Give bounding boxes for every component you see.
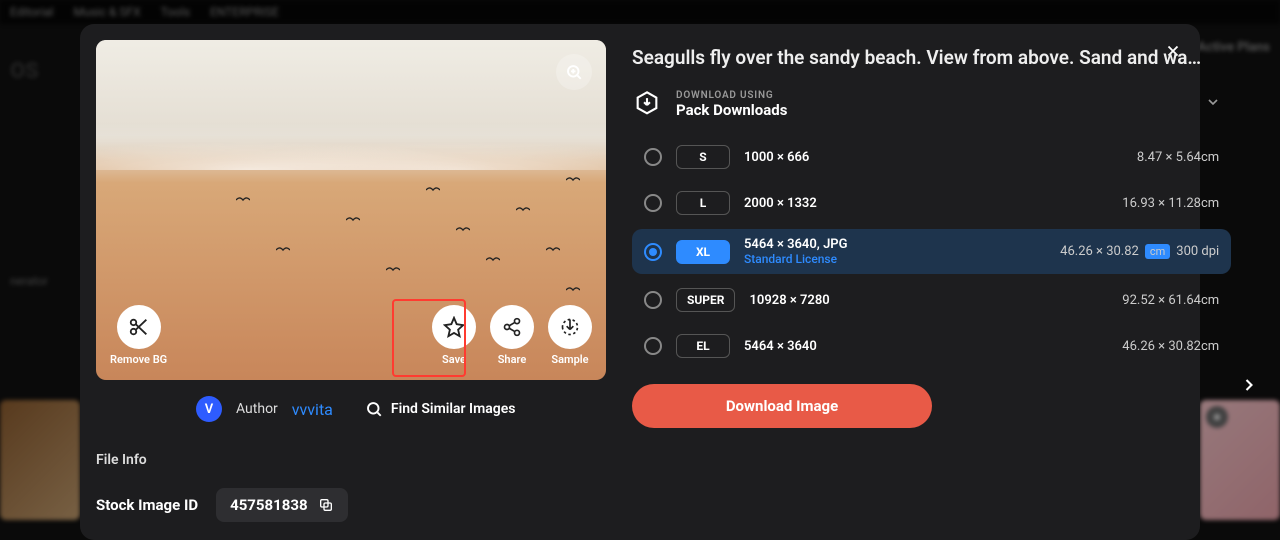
unit-toggle[interactable]: cm <box>1145 244 1170 259</box>
radio-icon <box>644 243 662 261</box>
size-option-xl[interactable]: XL 5464 × 3640, JPG Standard License 46.… <box>632 229 1231 274</box>
radio-icon <box>644 291 662 309</box>
size-dims: 5464 × 3640, JPG Standard License <box>744 237 1046 266</box>
radio-icon <box>644 194 662 212</box>
remove-bg-label: Remove BG <box>110 353 167 366</box>
top-nav: Editorial Music & SFX Tools ENTERPRISE <box>0 0 1280 24</box>
carousel-thumb-prev[interactable] <box>0 400 80 520</box>
download-using-label: DOWNLOAD USING <box>676 90 787 101</box>
share-label: Share <box>498 353 527 366</box>
file-info-heading: File Info <box>96 452 606 468</box>
author-avatar[interactable]: V <box>196 396 222 422</box>
stock-id-pill[interactable]: 457581838 <box>216 488 347 522</box>
size-dims: 5464 × 3640 <box>744 339 1108 354</box>
size-code: S <box>676 145 730 169</box>
sample-label: Sample <box>551 353 588 366</box>
size-option-s[interactable]: S 1000 × 666 8.47 × 5.64cm <box>632 137 1231 177</box>
brand-logo: OS <box>10 59 48 84</box>
size-print: 16.93 × 11.28cm <box>1122 196 1219 211</box>
save-button[interactable]: Save <box>432 305 476 366</box>
radio-icon <box>644 337 662 355</box>
preview-image: Remove BG Save Share <box>96 40 606 380</box>
carousel-next-button[interactable] <box>1234 370 1264 400</box>
size-print: 46.26 × 30.82cm <box>1122 339 1219 354</box>
size-print: 8.47 × 5.64cm <box>1137 150 1219 165</box>
size-option-el[interactable]: EL 5464 × 3640 46.26 × 30.82cm <box>632 326 1231 366</box>
image-title: Seagulls fly over the sandy beach. View … <box>632 46 1231 69</box>
download-icon <box>548 305 592 349</box>
size-dims: 10928 × 7280 <box>749 293 1108 308</box>
search-icon <box>365 400 383 418</box>
stock-id-label: Stock Image ID <box>96 496 198 514</box>
find-similar-button[interactable]: Find Similar Images <box>365 400 516 418</box>
size-code: L <box>676 191 730 215</box>
nav-item[interactable]: Music & SFX <box>73 5 140 19</box>
size-code: EL <box>676 334 730 358</box>
author-label: Author <box>236 401 278 417</box>
chevron-down-icon <box>1205 94 1221 114</box>
download-method-selector[interactable]: DOWNLOAD USING Pack Downloads <box>632 89 1231 119</box>
size-print: 92.52 × 61.64cm <box>1122 293 1219 308</box>
radio-icon <box>644 148 662 166</box>
share-button[interactable]: Share <box>490 305 534 366</box>
author-link[interactable]: vvvita <box>292 400 333 419</box>
size-code: XL <box>676 240 730 264</box>
size-code: SUPER <box>676 288 735 312</box>
nav-item[interactable]: ENTERPRISE <box>210 5 279 19</box>
sidebar-link[interactable]: nerator <box>10 274 48 288</box>
download-pack-icon <box>632 89 662 119</box>
star-icon <box>432 305 476 349</box>
copy-icon <box>318 497 334 513</box>
image-detail-modal: Remove BG Save Share <box>80 24 1200 540</box>
size-option-l[interactable]: L 2000 × 1332 16.93 × 11.28cm <box>632 183 1231 223</box>
download-image-button[interactable]: Download Image <box>632 384 932 428</box>
nav-item[interactable]: Tools <box>161 5 190 19</box>
stock-id-value: 457581838 <box>230 496 307 514</box>
remove-bg-button[interactable]: Remove BG <box>110 305 167 366</box>
share-icon <box>490 305 534 349</box>
download-method-value: Pack Downloads <box>676 101 787 119</box>
sample-button[interactable]: Sample <box>548 305 592 366</box>
size-dims: 1000 × 666 <box>744 150 1123 165</box>
nav-item[interactable]: Editorial <box>10 5 53 19</box>
license-link[interactable]: Standard License <box>744 252 1046 266</box>
save-label: Save <box>442 353 466 366</box>
size-option-super[interactable]: SUPER 10928 × 7280 92.52 × 61.64cm <box>632 280 1231 320</box>
zoom-button[interactable] <box>556 54 592 90</box>
size-dims: 2000 × 1332 <box>744 196 1108 211</box>
size-options: S 1000 × 666 8.47 × 5.64cm L 2000 × 1332… <box>632 137 1231 366</box>
scissors-icon <box>117 305 161 349</box>
size-print: 46.26 × 30.82 cm 300 dpi <box>1060 244 1219 259</box>
find-similar-label: Find Similar Images <box>391 401 516 417</box>
